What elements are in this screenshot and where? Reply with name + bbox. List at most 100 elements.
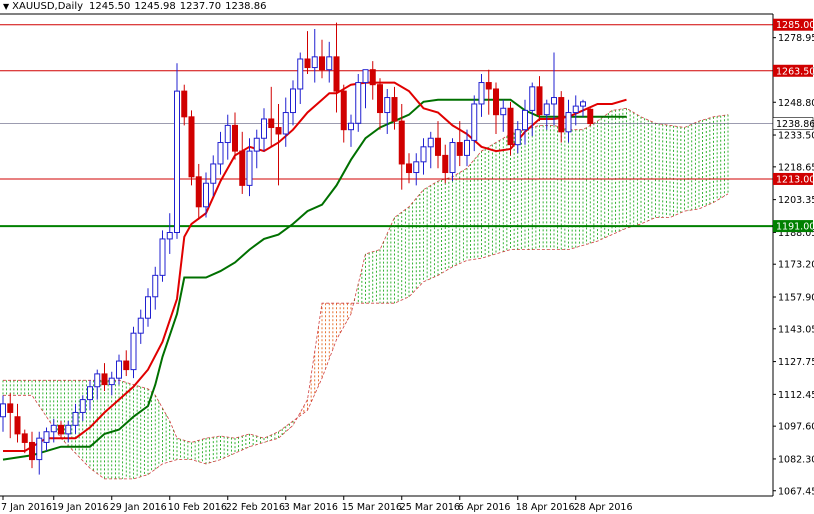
candle-body <box>572 105 579 114</box>
candle-body <box>14 416 21 435</box>
level-tag-label: 1263.50 <box>776 66 814 77</box>
candle-body <box>116 360 122 379</box>
y-tick-label: 1233.50 <box>778 131 814 142</box>
plot-area <box>0 14 773 496</box>
y-tick-label: 1097.60 <box>778 422 814 433</box>
x-tick-label: 22 Feb 2016 <box>226 502 285 513</box>
candle-body <box>587 108 594 125</box>
y-tick-label: 1127.75 <box>778 357 814 368</box>
y-tick-label: 1173.20 <box>778 260 814 271</box>
candle-body <box>536 86 543 116</box>
candle-body <box>21 433 28 443</box>
y-tick-label: 1248.80 <box>778 98 814 109</box>
candle-body <box>398 120 405 165</box>
candle-body <box>253 137 260 152</box>
candle-body <box>377 84 383 114</box>
candle-body <box>348 122 354 131</box>
x-tick-label: 18 Apr 2016 <box>516 502 575 513</box>
current-price-tag-label: 1238.86 <box>776 119 814 130</box>
x-tick-label: 6 Apr 2016 <box>458 502 511 513</box>
y-tick-label: 1278.95 <box>778 33 814 44</box>
candle-body <box>580 101 586 107</box>
x-tick-label: 10 Feb 2016 <box>168 502 227 513</box>
candle-body <box>442 154 449 174</box>
y-tick-label: 1067.45 <box>778 486 814 497</box>
y-tick-label: 1203.35 <box>778 195 814 206</box>
x-axis-ticks: 7 Jan 2016 19 Jan 2016 29 Jan 2016 10 Feb 2… <box>1 496 633 513</box>
candle-body <box>464 139 470 156</box>
y-tick-label: 1157.90 <box>778 292 814 303</box>
candle-body <box>87 386 93 401</box>
candle-body <box>529 86 536 111</box>
x-tick-label: 7 Jan 2016 <box>1 502 52 513</box>
level-tag: 1213.00 <box>773 172 814 185</box>
candle-body <box>471 103 478 141</box>
candle-body <box>326 56 333 71</box>
candle-body <box>232 124 238 152</box>
candle-body <box>137 317 144 334</box>
candle-body <box>427 137 434 148</box>
y-tick-label: 1218.65 <box>778 162 814 173</box>
candle-body <box>456 142 463 156</box>
candle-body <box>174 90 180 234</box>
candle-body <box>94 373 101 388</box>
candle-body <box>123 360 130 371</box>
x-tick-label: 3 Mar 2016 <box>284 502 338 513</box>
candle-body <box>413 161 420 174</box>
candle-body <box>355 82 362 124</box>
candle-body <box>449 142 456 174</box>
candle-body <box>210 163 217 184</box>
candle-body <box>239 150 246 186</box>
candle-body <box>514 129 521 146</box>
level-tag: 1191.00 <box>773 220 814 233</box>
price-chart[interactable]: 1278.95 1263.50 1248.80 1233.50 1218.65 1203.… <box>0 0 814 514</box>
candle-body <box>101 373 108 386</box>
candle-body <box>406 163 412 174</box>
candle-body <box>522 109 528 131</box>
y-tick-label: 1143.05 <box>778 324 814 335</box>
candle-body <box>58 424 64 435</box>
x-tick-label: 29 Jan 2016 <box>110 502 167 513</box>
candle-body <box>145 296 151 319</box>
candle-body <box>43 431 50 443</box>
candle-body <box>203 182 209 208</box>
candle-body <box>246 150 253 186</box>
candle-body <box>435 137 441 156</box>
candle-body <box>391 97 398 122</box>
candle-body <box>340 90 347 131</box>
candle-body <box>290 88 296 114</box>
candle-body <box>478 82 485 105</box>
level-tag-label: 1213.00 <box>776 174 814 185</box>
candle <box>188 110 195 186</box>
level-tag: 1263.50 <box>773 64 814 77</box>
candle-body <box>485 82 492 90</box>
candle-body <box>384 97 391 114</box>
candle-body <box>108 377 115 386</box>
candle-body <box>50 424 57 433</box>
candle-body <box>268 118 275 129</box>
candle-body <box>261 118 267 139</box>
level-tag: 1285.00 <box>773 18 814 31</box>
candle-body <box>195 176 202 208</box>
candle-body <box>311 56 318 69</box>
x-tick-label: 28 Apr 2016 <box>574 502 633 513</box>
candle <box>355 73 362 132</box>
level-tag-label: 1285.00 <box>776 20 814 31</box>
candle-body <box>7 403 14 413</box>
current-price-tag: 1238.86 <box>772 117 814 130</box>
x-tick-label: 25 Mar 2016 <box>400 502 460 513</box>
candle-body <box>565 112 572 133</box>
candle-body <box>29 441 35 461</box>
x-tick-label: 15 Mar 2016 <box>342 502 402 513</box>
candle-body <box>333 56 340 92</box>
candle-body <box>0 403 6 418</box>
candle-body <box>130 332 137 371</box>
candle-body <box>152 274 159 298</box>
y-tick-label: 1082.30 <box>778 454 814 465</box>
candle-body <box>159 238 166 276</box>
candle-body <box>500 107 507 116</box>
candle <box>587 108 594 127</box>
candle-body <box>420 146 427 163</box>
candle-body <box>65 424 72 435</box>
candle-body <box>275 127 282 135</box>
